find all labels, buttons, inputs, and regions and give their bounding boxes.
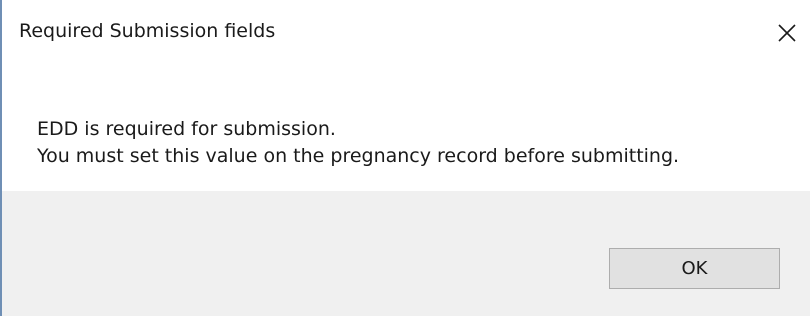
message-line-1: EDD is required for submission. [37, 118, 336, 140]
close-icon [778, 24, 796, 42]
ok-button[interactable]: OK [609, 248, 780, 289]
message-dialog: Required Submission fields EDD is requir… [0, 0, 810, 316]
message-area: EDD is required for submission. You must… [2, 64, 810, 191]
title-bar[interactable]: Required Submission fields [2, 0, 810, 64]
message-line-2: You must set this value on the pregnancy… [37, 145, 680, 167]
close-button[interactable] [770, 16, 804, 50]
dialog-title: Required Submission fields [19, 20, 276, 42]
button-bar: OK [2, 191, 810, 316]
